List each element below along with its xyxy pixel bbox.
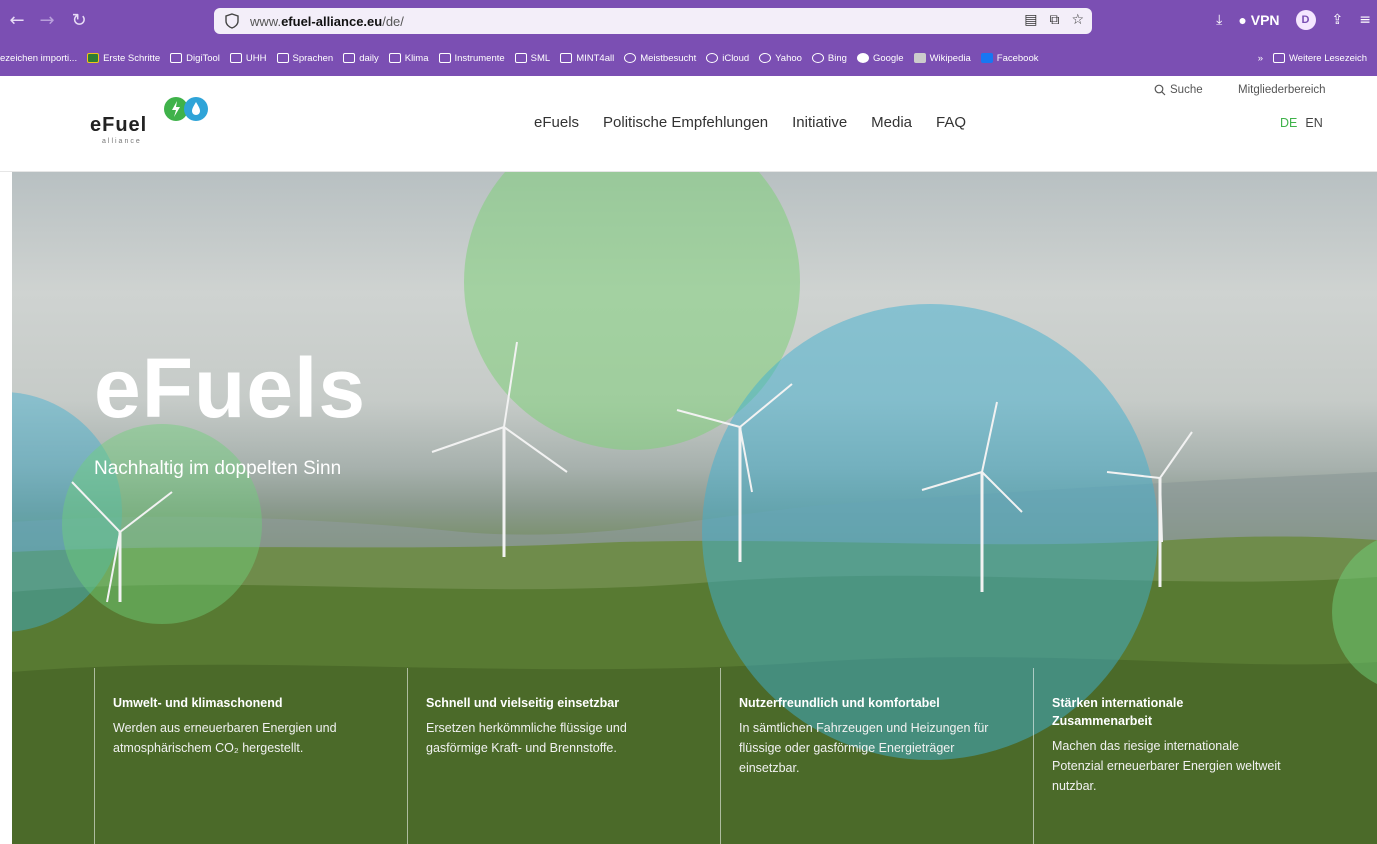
bookmark-folder[interactable]: UHH xyxy=(229,53,267,64)
facebook-icon xyxy=(980,53,993,63)
folder-icon xyxy=(276,53,289,63)
menu-icon[interactable]: ≡ xyxy=(1359,12,1371,28)
folder-icon xyxy=(560,53,573,63)
url-text[interactable]: www.efuel-alliance.eu/de/ xyxy=(250,14,404,29)
nav-initiative[interactable]: Initiative xyxy=(792,114,847,131)
efuel-alliance-logo[interactable]: eFuel alliance xyxy=(90,94,210,148)
reader-view-icon[interactable]: ▤ xyxy=(1024,12,1037,28)
bookmark-item[interactable]: Google xyxy=(856,53,904,64)
reload-icon[interactable]: ↻ xyxy=(68,10,90,31)
share-icon[interactable]: ⇪ xyxy=(1332,12,1344,28)
language-switcher: DE EN xyxy=(1280,116,1323,130)
folder-icon xyxy=(170,53,183,63)
bookmark-star-icon[interactable]: ☆ xyxy=(1071,12,1084,28)
back-arrow-icon[interactable]: ← xyxy=(6,10,28,31)
folder-icon xyxy=(438,53,451,63)
wikipedia-icon xyxy=(913,53,926,63)
feature-item: Nutzerfreundlich und komfortabel In sämt… xyxy=(720,668,1020,844)
feature-item: Stärken internationale Zusammenarbeit Ma… xyxy=(1033,668,1333,844)
bookmark-folder[interactable]: MINT4all xyxy=(560,53,614,64)
gear-icon xyxy=(624,53,637,63)
globe-icon xyxy=(811,53,824,63)
google-icon xyxy=(856,53,869,63)
logo-drops-icon xyxy=(164,97,208,121)
bookmark-item[interactable]: ezeichen importi... xyxy=(0,53,77,64)
folder-icon xyxy=(343,53,356,63)
site-header: eFuel alliance eFuels Politische Empfehl… xyxy=(0,76,1377,172)
lang-de[interactable]: DE xyxy=(1280,116,1297,130)
search-icon xyxy=(1154,84,1166,96)
address-bar[interactable]: www.efuel-alliance.eu/de/ ▤ ⧉ ☆ xyxy=(214,8,1092,34)
globe-icon xyxy=(759,53,772,63)
nav-efuels[interactable]: eFuels xyxy=(534,114,579,131)
members-area-link[interactable]: Mitgliederbereich xyxy=(1238,84,1326,96)
hero-title: eFuels xyxy=(94,341,367,435)
feature-list: Umwelt- und klimaschonend Werden aus ern… xyxy=(94,668,1354,844)
bookmarks-bar: ezeichen importi... Erste Schritte DigiT… xyxy=(0,40,1377,76)
picture-in-picture-icon[interactable]: ⧉ xyxy=(1049,12,1059,28)
shield-icon xyxy=(225,13,239,29)
bookmark-folder[interactable]: SML xyxy=(514,53,550,64)
bookmark-folder[interactable]: Sprachen xyxy=(276,53,333,64)
bookmark-item[interactable]: Meistbesucht xyxy=(624,53,696,64)
vpn-button[interactable]: ● VPN xyxy=(1238,12,1279,28)
profile-avatar[interactable]: D xyxy=(1295,10,1316,30)
browser-toolbar: ← → ↻ www.efuel-alliance.eu/de/ ▤ ⧉ ☆ ⤓ … xyxy=(0,0,1377,40)
nav-politische-empfehlungen[interactable]: Politische Empfehlungen xyxy=(603,114,768,131)
bookmark-folder-more[interactable]: Weitere Lesezeich xyxy=(1273,53,1367,64)
chevron-double-right-icon[interactable]: » xyxy=(1258,53,1263,64)
forward-arrow-icon[interactable]: → xyxy=(36,10,58,31)
flag-icon xyxy=(87,53,100,63)
main-navigation: eFuels Politische Empfehlungen Initiativ… xyxy=(534,114,966,131)
bookmark-item[interactable]: Erste Schritte xyxy=(87,53,160,64)
bookmark-folder[interactable]: Instrumente xyxy=(438,53,505,64)
bookmark-item[interactable]: Yahoo xyxy=(759,53,802,64)
search-link[interactable]: Suche xyxy=(1154,84,1203,96)
nav-media[interactable]: Media xyxy=(871,114,912,131)
bookmark-folder[interactable]: Klima xyxy=(388,53,429,64)
download-icon[interactable]: ⤓ xyxy=(1216,12,1222,28)
hero-subtitle: Nachhaltig im doppelten Sinn xyxy=(94,458,342,479)
hero-banner: eFuels Nachhaltig im doppelten Sinn Umwe… xyxy=(12,172,1377,844)
website: eFuel alliance eFuels Politische Empfehl… xyxy=(0,76,1377,844)
bookmark-item[interactable]: iCloud xyxy=(706,53,749,64)
nav-faq[interactable]: FAQ xyxy=(936,114,966,131)
feature-item: Schnell und vielseitig einsetzbar Ersetz… xyxy=(407,668,707,844)
bookmark-item[interactable]: Facebook xyxy=(980,53,1039,64)
folder-icon xyxy=(514,53,527,63)
bookmark-folder[interactable]: daily xyxy=(343,53,379,64)
folder-icon xyxy=(229,53,242,63)
bookmark-item[interactable]: Wikipedia xyxy=(913,53,971,64)
folder-icon xyxy=(388,53,401,63)
feature-item: Umwelt- und klimaschonend Werden aus ern… xyxy=(94,668,394,844)
bookmark-folder[interactable]: DigiTool xyxy=(170,53,220,64)
lang-en[interactable]: EN xyxy=(1305,116,1322,130)
bookmark-item[interactable]: Bing xyxy=(811,53,847,64)
folder-icon xyxy=(1273,53,1286,63)
apple-icon xyxy=(706,53,719,63)
